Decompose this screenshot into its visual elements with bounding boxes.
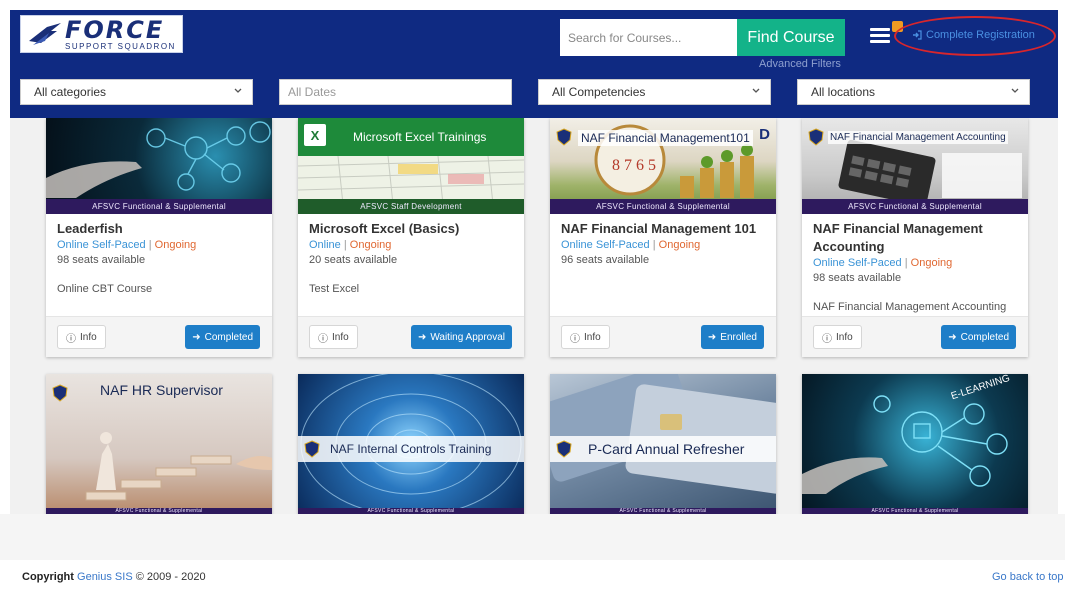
- excel-icon: X: [304, 124, 326, 146]
- logo-wordmark: FORCE: [65, 15, 165, 44]
- afsvc-shield-icon: [556, 440, 572, 458]
- complete-registration-link[interactable]: Complete Registration: [912, 29, 1035, 41]
- course-description: Test Excel: [309, 283, 360, 295]
- category-banner: AFSVC Staff Development: [298, 199, 524, 214]
- info-button[interactable]: ⓘ Info: [561, 325, 610, 349]
- info-circle-icon: ⓘ: [570, 333, 580, 345]
- completed-button[interactable]: ➜ Completed: [185, 325, 260, 349]
- locations-select[interactable]: All locations: [797, 79, 1030, 105]
- course-card: P-Card Annual Refresher AFSVC Functional…: [550, 374, 776, 514]
- course-thumbnail[interactable]: NAF Internal Controls Training AFSVC Fun…: [298, 374, 524, 514]
- course-card: 8 7 6 5 NAF Financial Management101 D AF…: [550, 118, 776, 357]
- afsvc-logo-icon: D: [759, 126, 770, 143]
- course-card: NAF Internal Controls Training AFSVC Fun…: [298, 374, 524, 514]
- arrow-circle-icon: ➜: [417, 331, 427, 343]
- course-title[interactable]: NAF Financial Management Accounting: [813, 220, 1017, 256]
- course-search-input[interactable]: [560, 19, 737, 56]
- category-banner: AFSVC Functional & Supplemental: [46, 199, 272, 214]
- course-card: X Microsoft Excel Trainings AFSVC Staff …: [298, 118, 524, 357]
- course-thumbnail[interactable]: X Microsoft Excel Trainings AFSVC Staff …: [298, 118, 524, 214]
- delivery-mode: Online: [309, 239, 341, 251]
- eagle-logo-icon: [29, 23, 61, 45]
- course-description: Online CBT Course: [57, 283, 153, 295]
- competencies-select[interactable]: All Competencies: [538, 79, 771, 105]
- afsvc-shield-icon: [304, 440, 320, 458]
- footer-separator: [0, 514, 1065, 560]
- course-card: E-LEARNING AFSVC Functional & Supplement…: [802, 374, 1028, 514]
- dates-filter-placeholder: All Dates: [288, 85, 337, 99]
- course-thumbnail[interactable]: 8 7 6 5 NAF Financial Management101 D AF…: [550, 118, 776, 214]
- chevron-down-icon: [752, 88, 760, 93]
- course-status: Ongoing: [154, 239, 197, 251]
- logo-subtitle: SUPPORT SQUADRON: [65, 41, 176, 51]
- course-thumbnail[interactable]: P-Card Annual Refresher AFSVC Functional…: [550, 374, 776, 514]
- delivery-mode: Online Self-Paced: [813, 257, 902, 269]
- category-banner: AFSVC Functional & Supplemental: [550, 199, 776, 214]
- completed-button[interactable]: ➜ Completed: [941, 325, 1016, 349]
- afsvc-shield-icon: [556, 128, 572, 146]
- info-circle-icon: ⓘ: [822, 333, 832, 345]
- genius-sis-link[interactable]: Genius SIS: [77, 571, 133, 583]
- afsvc-shield-icon: [52, 384, 68, 402]
- seats-available: 96 seats available: [561, 254, 650, 266]
- categories-select[interactable]: All categories: [20, 79, 253, 105]
- course-title[interactable]: Microsoft Excel (Basics): [309, 220, 513, 238]
- course-status: Ongoing: [910, 257, 953, 269]
- course-title[interactable]: Leaderfish: [57, 220, 261, 238]
- complete-registration-label: Complete Registration: [926, 29, 1035, 41]
- thumbnail-title: NAF Financial Management Accounting: [828, 131, 1008, 144]
- course-thumbnail[interactable]: AFSVC Functional & Supplemental: [46, 118, 272, 214]
- course-card: NAF HR Supervisor AFSVC Functional & Sup…: [46, 374, 272, 514]
- seats-available: 20 seats available: [309, 254, 398, 266]
- competencies-select-value: All Competencies: [552, 85, 646, 99]
- seats-available: 98 seats available: [57, 254, 146, 266]
- info-button[interactable]: ⓘ Info: [57, 325, 106, 349]
- force-support-squadron-logo[interactable]: FORCE SUPPORT SQUADRON: [20, 15, 183, 53]
- course-grid: AFSVC Functional & Supplemental Leaderfi…: [10, 118, 1058, 514]
- sign-in-icon: [913, 30, 922, 40]
- hamburger-menu-icon[interactable]: [870, 28, 890, 44]
- course-card: AFSVC Functional & Supplemental Leaderfi…: [46, 118, 272, 357]
- info-button[interactable]: ⓘ Info: [309, 325, 358, 349]
- info-circle-icon: ⓘ: [318, 333, 328, 345]
- locations-select-value: All locations: [811, 85, 876, 99]
- arrow-circle-icon: ➜: [192, 331, 201, 343]
- course-thumbnail[interactable]: NAF HR Supervisor AFSVC Functional & Sup…: [46, 374, 272, 514]
- dates-filter-input[interactable]: All Dates: [279, 79, 512, 105]
- chevron-down-icon: [1011, 88, 1019, 93]
- arrow-circle-icon: ➜: [948, 331, 957, 343]
- delivery-mode: Online Self-Paced: [57, 239, 146, 251]
- find-course-button[interactable]: Find Course: [737, 19, 845, 56]
- svg-text:8 7 6 5: 8 7 6 5: [612, 157, 656, 174]
- afsvc-shield-icon: [808, 128, 824, 146]
- chevron-down-icon: [234, 88, 242, 93]
- elearning-network-illustration: [802, 395, 1008, 494]
- thumbnail-title: NAF Internal Controls Training: [330, 442, 492, 456]
- info-button[interactable]: ⓘ Info: [813, 325, 862, 349]
- course-status: Ongoing: [658, 239, 701, 251]
- category-banner: AFSVC Functional & Supplemental: [802, 199, 1028, 214]
- thumbnail-title: P-Card Annual Refresher: [588, 441, 745, 457]
- course-title[interactable]: NAF Financial Management 101: [561, 220, 765, 238]
- course-description: NAF Financial Management Accounting: [813, 301, 1007, 313]
- thumbnail-title: NAF HR Supervisor: [100, 382, 223, 398]
- categories-select-value: All categories: [34, 85, 107, 99]
- advanced-filters-link[interactable]: Advanced Filters: [759, 58, 841, 70]
- copyright-text: Copyright Genius SIS © 2009 - 2020: [22, 571, 206, 583]
- delivery-mode: Online Self-Paced: [561, 239, 650, 251]
- enrolled-button[interactable]: ➜ Enrolled: [700, 325, 764, 349]
- info-circle-icon: ⓘ: [66, 333, 76, 345]
- top-navbar: FORCE SUPPORT SQUADRON Find Course Advan…: [10, 10, 1058, 118]
- arrow-circle-icon: ➜: [707, 331, 717, 343]
- waiting-approval-button[interactable]: ➜ Waiting Approval: [410, 325, 512, 349]
- page-footer: Copyright Genius SIS © 2009 - 2020 Go ba…: [0, 560, 1065, 590]
- back-to-top-link[interactable]: Go back to top: [992, 571, 1064, 583]
- course-status: Ongoing: [349, 239, 392, 251]
- thumbnail-title: NAF Financial Management101: [578, 130, 753, 146]
- course-thumbnail[interactable]: E-LEARNING AFSVC Functional & Supplement…: [802, 374, 1028, 514]
- course-card: NAF Financial Management Accounting AFSV…: [802, 118, 1028, 357]
- seats-available: 98 seats available: [813, 272, 902, 284]
- course-thumbnail[interactable]: NAF Financial Management Accounting AFSV…: [802, 118, 1028, 214]
- thumbnail-title: Microsoft Excel Trainings: [353, 130, 487, 144]
